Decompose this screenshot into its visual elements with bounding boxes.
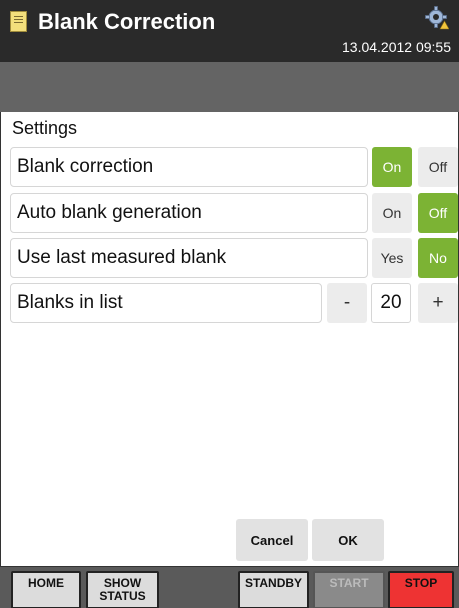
auto-blank-generation-on-button[interactable]: On bbox=[372, 193, 412, 233]
date-time: 13.04.2012 09:55 bbox=[342, 39, 451, 55]
ok-button[interactable]: OK bbox=[312, 519, 384, 561]
title-bar: Blank Correction 13.04.2012 09:55 bbox=[0, 0, 459, 62]
blanks-in-list-value: 20 bbox=[371, 283, 411, 323]
use-last-measured-blank-label: Use last measured blank bbox=[10, 238, 368, 278]
blank-correction-label: Blank correction bbox=[10, 147, 368, 187]
bottom-nav: HOME SHOW STATUS STANDBY START STOP bbox=[0, 566, 459, 608]
cancel-button[interactable]: Cancel bbox=[236, 519, 308, 561]
home-button[interactable]: HOME bbox=[11, 571, 81, 608]
document-icon bbox=[10, 11, 27, 32]
show-status-line2: STATUS bbox=[99, 589, 146, 603]
blanks-increment-button[interactable]: + bbox=[418, 283, 458, 323]
show-status-button[interactable]: SHOW STATUS bbox=[86, 571, 159, 608]
use-last-measured-blank-no-button[interactable]: No bbox=[418, 238, 458, 278]
standby-button[interactable]: STANDBY bbox=[238, 571, 309, 608]
blanks-in-list-label: Blanks in list bbox=[10, 283, 322, 323]
blank-correction-on-button[interactable]: On bbox=[372, 147, 412, 187]
auto-blank-generation-label: Auto blank generation bbox=[10, 193, 368, 233]
gear-icon[interactable] bbox=[425, 6, 449, 30]
page-title: Blank Correction bbox=[38, 9, 216, 34]
section-title: Settings bbox=[12, 118, 78, 138]
stop-button[interactable]: STOP bbox=[388, 571, 454, 608]
blanks-decrement-button[interactable]: - bbox=[327, 283, 367, 323]
toolbar-area bbox=[0, 62, 459, 112]
auto-blank-generation-off-button[interactable]: Off bbox=[418, 193, 458, 233]
start-button[interactable]: START bbox=[313, 571, 385, 608]
blank-correction-off-button[interactable]: Off bbox=[418, 147, 458, 187]
use-last-measured-blank-yes-button[interactable]: Yes bbox=[372, 238, 412, 278]
